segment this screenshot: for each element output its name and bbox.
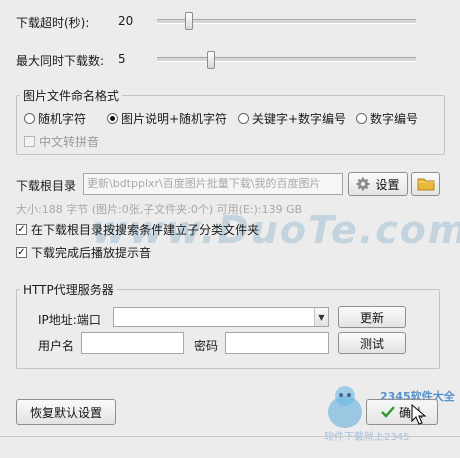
max-downloads-label: 最大同时下载数:: [16, 54, 105, 68]
checkbox-box: [24, 136, 35, 147]
checkbox-label: 下载完成后播放提示音: [31, 246, 152, 260]
username-input[interactable]: [81, 332, 184, 354]
proxy-group-title: HTTP代理服务器: [20, 281, 117, 298]
radio-label: 数字编号: [370, 112, 419, 126]
gear-icon: [356, 177, 370, 191]
download-root-label: 下载根目录: [16, 179, 77, 193]
settings-button-label: 设置: [375, 177, 400, 192]
username-label: 用户名: [38, 339, 75, 353]
bottom-divider: [0, 436, 460, 437]
restore-defaults-button[interactable]: 恢复默认设置: [16, 399, 116, 425]
timeout-label: 下载超时(秒):: [16, 16, 90, 30]
restore-defaults-label: 恢复默认设置: [29, 405, 102, 420]
ip-port-label: IP地址:端口: [38, 313, 101, 327]
play-sound-checkbox[interactable]: ✓ 下载完成后播放提示音: [16, 244, 151, 261]
mouse-cursor-icon: [411, 403, 427, 429]
password-label: 密码: [194, 339, 219, 353]
naming-format-title: 图片文件命名格式: [20, 87, 123, 104]
radio-indicator: [24, 113, 35, 124]
checkmark-icon: [381, 406, 395, 418]
radio-indicator: [356, 113, 367, 124]
chevron-down-icon[interactable]: ▼: [314, 308, 328, 326]
radio-label: 随机字符: [38, 112, 87, 126]
update-button-label: 更新: [359, 310, 384, 325]
timeout-value: 20: [118, 14, 134, 28]
checkmark-icon: ✓: [16, 224, 27, 235]
test-button[interactable]: 测试: [338, 332, 406, 354]
password-input[interactable]: [225, 332, 329, 354]
checkmark-icon: ✓: [16, 247, 27, 258]
checkbox-label: 中文转拼音: [39, 135, 100, 149]
download-root-info: 大小:188 字节 (图片:0张,子文件夹:0个) 可用(E:):139 GB: [16, 203, 303, 216]
test-button-label: 测试: [359, 336, 384, 351]
checkbox-label: 在下载根目录按搜索条件建立子分类文件夹: [31, 223, 260, 237]
radio-label: 图片说明+随机字符: [121, 112, 228, 126]
create-subfolder-checkbox[interactable]: ✓ 在下载根目录按搜索条件建立子分类文件夹: [16, 221, 259, 238]
confirm-button[interactable]: 确认: [366, 399, 438, 425]
download-root-path: 更新\bdtpplxr\百度图片批量下载\我的百度图片: [83, 173, 343, 195]
radio-indicator-selected: [107, 113, 118, 124]
update-button[interactable]: 更新: [338, 306, 406, 328]
radio-random-chars[interactable]: 随机字符: [24, 110, 86, 127]
open-folder-button[interactable]: [411, 172, 440, 196]
pinyin-checkbox[interactable]: 中文转拼音: [24, 133, 99, 150]
timeout-slider-thumb[interactable]: [185, 12, 193, 30]
radio-label: 关键字+数字编号: [252, 112, 347, 126]
settings-button[interactable]: 设置: [348, 172, 408, 196]
max-downloads-slider-thumb[interactable]: [207, 51, 215, 69]
max-downloads-value: 5: [118, 52, 126, 66]
folder-icon: [417, 177, 435, 191]
timeout-slider-track[interactable]: [157, 19, 416, 24]
radio-desc-random[interactable]: 图片说明+随机字符: [107, 110, 227, 127]
radio-indicator: [238, 113, 249, 124]
radio-keyword-number[interactable]: 关键字+数字编号: [238, 110, 346, 127]
max-downloads-slider-track[interactable]: [157, 57, 416, 62]
radio-number[interactable]: 数字编号: [356, 110, 418, 127]
proxy-group: [16, 289, 440, 369]
ip-port-combobox[interactable]: ▼: [113, 307, 329, 327]
